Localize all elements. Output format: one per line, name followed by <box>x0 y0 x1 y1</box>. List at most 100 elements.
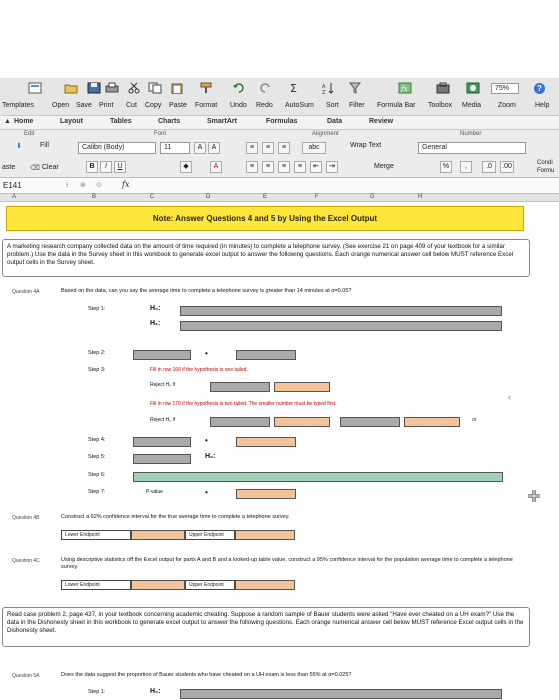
font-color-icon[interactable]: A <box>210 161 222 173</box>
h0b-answer-cell[interactable] <box>180 689 502 699</box>
sort-icon[interactable]: AZ <box>322 82 336 96</box>
step-5-answer-cell[interactable] <box>133 454 191 464</box>
format-painter-icon[interactable] <box>199 82 213 94</box>
tab-home[interactable]: Home <box>14 118 33 125</box>
align-middle-icon[interactable]: ≡ <box>262 142 274 154</box>
two-tailed-critical-value-cell-1[interactable] <box>274 417 330 427</box>
tab-smartart[interactable]: SmartArt <box>207 118 237 125</box>
q4b-lower-endpoint-cell[interactable] <box>131 530 185 540</box>
decrease-decimal-icon[interactable]: .00 <box>500 161 514 173</box>
q4b-upper-endpoint-cell[interactable] <box>235 530 295 540</box>
filter-icon[interactable] <box>348 82 362 94</box>
name-box[interactable]: E141 <box>0 180 58 192</box>
q4c-lower-endpoint-cell[interactable] <box>131 580 185 590</box>
autosum-icon[interactable]: Σ <box>288 82 302 95</box>
toolbar-label-cut[interactable]: Cut <box>126 102 137 109</box>
confirm-formula-icon[interactable]: ⊙ <box>96 181 102 189</box>
text-orientation-button[interactable]: abc <box>302 142 326 154</box>
media-icon[interactable] <box>466 82 480 94</box>
decrease-indent-icon[interactable]: ⇤ <box>310 161 322 173</box>
cut-icon[interactable] <box>127 82 141 94</box>
align-center-icon[interactable]: ≡ <box>262 161 274 173</box>
increase-decimal-icon[interactable]: .0 <box>482 161 496 173</box>
number-format-select[interactable]: General <box>418 142 526 154</box>
p-value-cell[interactable] <box>236 489 296 499</box>
toolbar-label-redo[interactable]: Redo <box>256 102 273 109</box>
fill-button[interactable]: Fill <box>40 142 49 149</box>
one-tailed-critical-value-cell[interactable] <box>274 382 330 392</box>
tab-data[interactable]: Data <box>327 118 342 125</box>
h0-answer-cell[interactable] <box>180 306 502 316</box>
underline-button[interactable]: U <box>114 161 126 173</box>
two-tailed-sign-cell-2[interactable] <box>340 417 400 427</box>
clear-button[interactable]: Clear <box>42 164 59 171</box>
column-header-e[interactable]: E <box>263 194 267 200</box>
h1-answer-cell[interactable] <box>180 321 502 331</box>
shrink-font-button[interactable]: A <box>208 142 220 154</box>
toolbar-label-toolbox[interactable]: Toolbox <box>428 102 452 109</box>
grow-font-button[interactable]: A <box>194 142 206 154</box>
one-tailed-sign-cell[interactable] <box>210 382 270 392</box>
column-header-a[interactable]: A <box>12 194 16 200</box>
paste-button[interactable]: aste <box>2 164 15 171</box>
step-4-statistic-cell[interactable] <box>133 437 191 447</box>
toolbar-label-undo[interactable]: Undo <box>230 102 247 109</box>
toolbar-label-filter[interactable]: Filter <box>349 102 365 109</box>
print-icon[interactable] <box>105 82 119 94</box>
toolbar-label-autosum[interactable]: AutoSum <box>285 102 314 109</box>
toolbar-label-copy[interactable]: Copy <box>145 102 161 109</box>
toolbar-label-save[interactable]: Save <box>76 102 92 109</box>
conditional-formatting-label-2[interactable]: Formu <box>537 168 554 174</box>
align-bottom-icon[interactable]: ≡ <box>278 142 290 154</box>
step-2-answer-cell[interactable] <box>133 350 191 360</box>
toolbox-icon[interactable] <box>436 82 450 94</box>
tab-layout[interactable]: Layout <box>60 118 83 125</box>
tab-tables[interactable]: Tables <box>110 118 132 125</box>
step-6-conclusion-cell[interactable] <box>133 472 503 482</box>
toolbar-label-sort[interactable]: Sort <box>326 102 339 109</box>
justify-icon[interactable]: ≡ <box>294 161 306 173</box>
help-icon[interactable]: ? <box>534 83 545 94</box>
q4c-upper-endpoint-cell[interactable] <box>235 580 295 590</box>
tab-formulas[interactable]: Formulas <box>266 118 298 125</box>
align-right-icon[interactable]: ≡ <box>278 161 290 173</box>
font-size-select[interactable]: 11 <box>160 142 190 154</box>
cancel-formula-icon[interactable]: ⊗ <box>80 181 86 189</box>
step-4-value-cell[interactable] <box>236 437 296 447</box>
column-header-h[interactable]: H <box>418 194 422 200</box>
fill-color-icon[interactable]: ◆ <box>180 161 192 173</box>
toolbar-label-print[interactable]: Print <box>99 102 113 109</box>
percent-style-button[interactable]: % <box>440 161 452 173</box>
undo-icon[interactable] <box>232 82 246 94</box>
toolbar-label-zoom[interactable]: Zoom <box>498 102 516 109</box>
eraser-icon[interactable]: ⌫ <box>30 164 40 172</box>
step-2-value-cell[interactable] <box>236 350 296 360</box>
toolbar-label-media[interactable]: Media <box>462 102 481 109</box>
redo-icon[interactable] <box>258 82 272 94</box>
tab-charts[interactable]: Charts <box>158 118 180 125</box>
worksheet[interactable]: Note: Answer Questions 4 and 5 by Using … <box>0 202 559 700</box>
conditional-formatting-button[interactable]: Condi <box>537 160 553 166</box>
column-header-f[interactable]: F <box>315 194 319 200</box>
column-header-c[interactable]: C <box>150 194 154 200</box>
namebox-dropdown-icon[interactable]: ⁝ <box>66 181 68 189</box>
comma-style-button[interactable]: , <box>460 161 472 173</box>
wrap-text-button[interactable]: Wrap Text <box>350 142 381 149</box>
zoom-dropdown[interactable]: 75% <box>491 83 519 94</box>
merge-button[interactable]: Merge <box>374 163 394 170</box>
align-top-icon[interactable]: ≡ <box>246 142 258 154</box>
two-tailed-critical-value-cell-2[interactable] <box>404 417 460 427</box>
column-header-g[interactable]: G <box>370 194 375 200</box>
italic-button[interactable]: I <box>100 161 112 173</box>
templates-icon[interactable] <box>28 82 42 94</box>
toolbar-label-paste[interactable]: Paste <box>169 102 187 109</box>
toolbar-label-format[interactable]: Format <box>195 102 217 109</box>
toolbar-label-formula-bar[interactable]: Formula Bar <box>377 102 416 109</box>
font-name-select[interactable]: Calibri (Body) <box>78 142 156 154</box>
formula-bar-icon[interactable]: fx <box>398 82 412 94</box>
column-header-d[interactable]: D <box>206 194 210 200</box>
toolbar-label-open[interactable]: Open <box>52 102 69 109</box>
toolbar-label-help[interactable]: Help <box>535 102 549 109</box>
insert-function-icon[interactable]: fx <box>122 180 129 189</box>
bold-button[interactable]: B <box>86 161 98 173</box>
